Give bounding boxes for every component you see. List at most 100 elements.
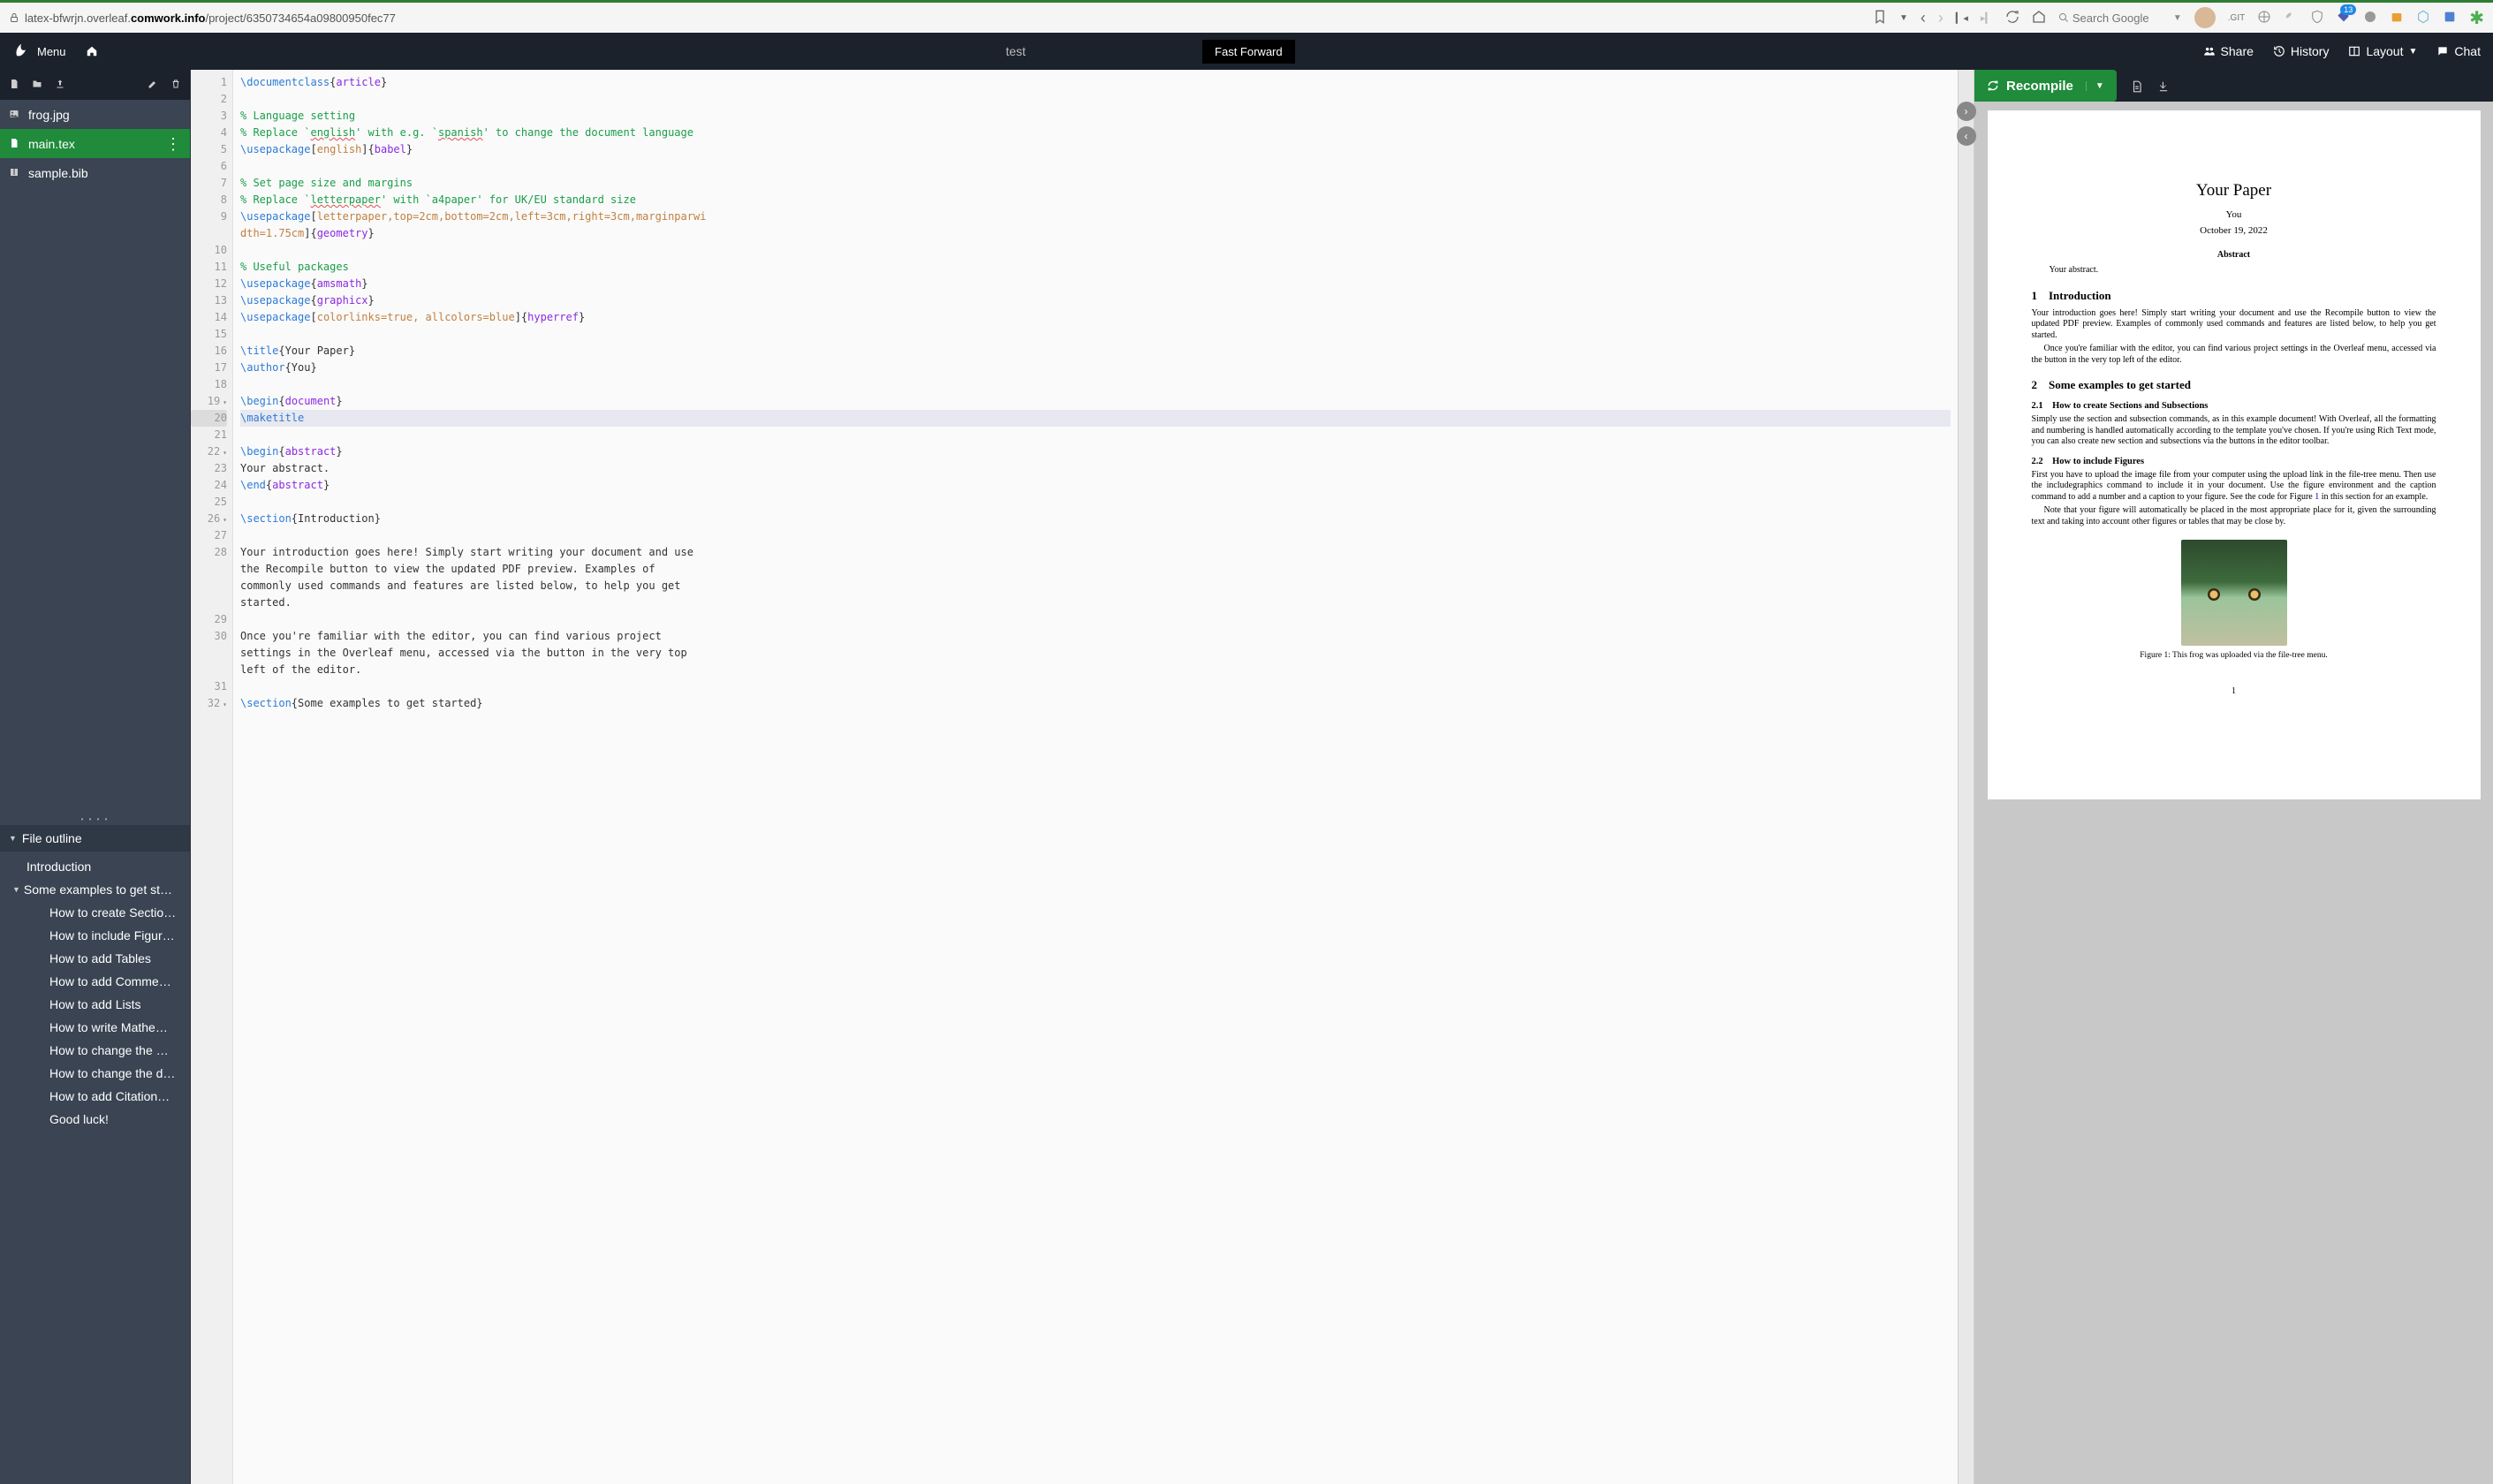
collapse-right-icon[interactable]: › xyxy=(1957,102,1976,121)
left-panel: frog.jpg main.tex⋮ sample.bib • • • • ▼ Fi… xyxy=(0,70,191,1484)
pdf-p22a: First you have to upload the image file … xyxy=(2032,470,2436,504)
nav-back-icon[interactable]: ‹ xyxy=(1921,9,1926,27)
history-button[interactable]: History xyxy=(2273,44,2330,58)
ext-icon-3[interactable] xyxy=(2363,10,2377,26)
file-item[interactable]: main.tex⋮ xyxy=(0,129,190,158)
outline-item[interactable]: How to write Mathe… xyxy=(0,1016,190,1039)
outline-item[interactable]: How to add Tables xyxy=(0,947,190,970)
outline-item[interactable]: How to change the … xyxy=(0,1039,190,1062)
project-title[interactable]: test xyxy=(1005,44,1026,58)
outline-item[interactable]: How to add Comme… xyxy=(0,970,190,993)
chat-icon xyxy=(2436,45,2449,57)
pdf-p1a: Your introduction goes here! Simply star… xyxy=(2032,308,2436,342)
ext-icon-tag[interactable]: 13 xyxy=(2337,10,2351,26)
users-icon xyxy=(2203,45,2216,57)
collapse-left-icon[interactable]: ‹ xyxy=(1957,126,1976,146)
outline-header[interactable]: ▼ File outline xyxy=(0,825,190,852)
search-area[interactable]: ▼ xyxy=(2058,11,2182,25)
bookmark-dropdown-icon[interactable]: ▼ xyxy=(1899,13,1908,23)
delete-icon[interactable] xyxy=(170,79,181,92)
image-icon xyxy=(9,108,19,122)
pdf-subsection-22: 2.2 How to include Figures xyxy=(2032,457,2436,466)
fast-forward-button[interactable]: Fast Forward xyxy=(1202,40,1295,64)
menu-label: Menu xyxy=(37,45,66,58)
pdf-title: Your Paper xyxy=(2032,181,2436,201)
editor-panel: 12345678910111213141516171819▾202122▾232… xyxy=(191,70,1974,1484)
outline-item[interactable]: How to create Sectio… xyxy=(0,901,190,924)
file-name: main.tex xyxy=(28,137,75,151)
new-file-icon[interactable] xyxy=(9,79,19,92)
url-text: latex-bfwrjn.overleaf.comwork.info/proje… xyxy=(25,11,396,25)
panel-resizer[interactable]: • • • • xyxy=(0,814,190,825)
pdf-section-2: 2 Some examples to get started xyxy=(2032,378,2436,392)
layout-icon xyxy=(2348,45,2360,57)
file-icon xyxy=(9,137,19,151)
layout-button[interactable]: Layout ▼ xyxy=(2348,44,2417,58)
ext-icon-shield[interactable] xyxy=(2310,10,2324,26)
pdf-p21: Simply use the section and subsection co… xyxy=(2032,414,2436,448)
nav-first-icon[interactable]: ▎◂ xyxy=(1956,12,1968,24)
split-handle[interactable]: › ‹ xyxy=(1958,70,1974,1484)
home-nav-icon[interactable] xyxy=(2032,10,2046,26)
file-item[interactable]: sample.bib xyxy=(0,158,190,187)
home-button[interactable] xyxy=(86,45,98,57)
pdf-abstract-body: Your abstract. xyxy=(2032,265,2436,276)
pdf-section-1: 1 Introduction xyxy=(2032,289,2436,303)
upload-icon[interactable] xyxy=(55,79,65,92)
pdf-panel: Recompile ▼ Your Paper You October 19, 2… xyxy=(1974,70,2493,1484)
nav-forward-icon[interactable]: › xyxy=(1938,9,1944,27)
ext-icon-1[interactable] xyxy=(2257,10,2271,26)
overleaf-icon xyxy=(12,42,30,60)
recompile-button[interactable]: Recompile ▼ xyxy=(1974,70,2117,102)
home-icon xyxy=(86,45,98,57)
book-icon xyxy=(9,166,19,180)
file-name: frog.jpg xyxy=(28,108,70,122)
outline-item[interactable]: Good luck! xyxy=(0,1108,190,1131)
outline-item[interactable]: How to change the d… xyxy=(0,1062,190,1085)
pdf-p22b: Note that your figure will automatically… xyxy=(2032,505,2436,527)
search-input[interactable] xyxy=(2072,11,2170,25)
code-editor[interactable]: \documentclass{article}% Language settin… xyxy=(233,70,1958,1484)
pdf-date: October 19, 2022 xyxy=(2032,225,2436,236)
ext-icon-2[interactable] xyxy=(2284,10,2298,26)
rename-icon[interactable] xyxy=(148,79,158,92)
chevron-down-icon: ▼ xyxy=(9,834,17,843)
recompile-dropdown[interactable]: ▼ xyxy=(2086,81,2104,91)
app-header: Menu test Fast Forward Share History Lay… xyxy=(0,33,2493,70)
bookmark-icon[interactable] xyxy=(1873,10,1887,26)
chat-button[interactable]: Chat xyxy=(2436,44,2481,58)
ext-icon-7[interactable]: ✱ xyxy=(2469,7,2484,29)
git-ext-icon[interactable]: .GIT xyxy=(2228,13,2245,23)
reload-icon[interactable] xyxy=(2005,10,2019,26)
user-avatar[interactable] xyxy=(2194,7,2216,28)
pdf-page: Your Paper You October 19, 2022 Abstract… xyxy=(1988,110,2481,799)
new-folder-icon[interactable] xyxy=(32,79,42,92)
chevron-down-icon: ▼ xyxy=(12,885,20,894)
file-item[interactable]: frog.jpg xyxy=(0,100,190,129)
nav-last-icon[interactable]: ▸▎ xyxy=(1981,12,1993,24)
ext-icon-4[interactable] xyxy=(2390,10,2404,26)
outline-item[interactable]: How to include Figur… xyxy=(0,924,190,947)
ext-icon-6[interactable] xyxy=(2443,10,2457,26)
line-gutter[interactable]: 12345678910111213141516171819▾202122▾232… xyxy=(191,70,233,1484)
share-button[interactable]: Share xyxy=(2203,44,2254,58)
outline-item[interactable]: How to add Citation… xyxy=(0,1085,190,1108)
pdf-viewer[interactable]: Your Paper You October 19, 2022 Abstract… xyxy=(1974,102,2493,1484)
ext-icon-5[interactable] xyxy=(2416,10,2430,26)
lock-icon xyxy=(9,12,19,23)
menu-button[interactable]: Menu xyxy=(12,42,66,60)
refresh-icon xyxy=(1987,80,1999,92)
logs-icon[interactable] xyxy=(2131,79,2143,93)
outline-item[interactable]: ▼Some examples to get st… xyxy=(0,878,190,901)
pdf-figure-caption: Figure 1: This frog was uploaded via the… xyxy=(2032,651,2436,660)
file-name: sample.bib xyxy=(28,166,88,180)
pdf-abstract-heading: Abstract xyxy=(2032,250,2436,260)
outline-item[interactable]: Introduction xyxy=(0,855,190,878)
file-toolbar xyxy=(0,70,190,100)
search-icon xyxy=(2058,12,2069,23)
outline-item[interactable]: How to add Lists xyxy=(0,993,190,1016)
url-bar[interactable]: latex-bfwrjn.overleaf.comwork.info/proje… xyxy=(9,11,396,25)
recompile-bar: Recompile ▼ xyxy=(1974,70,2493,102)
download-pdf-icon[interactable] xyxy=(2157,79,2170,93)
history-icon xyxy=(2273,45,2285,57)
